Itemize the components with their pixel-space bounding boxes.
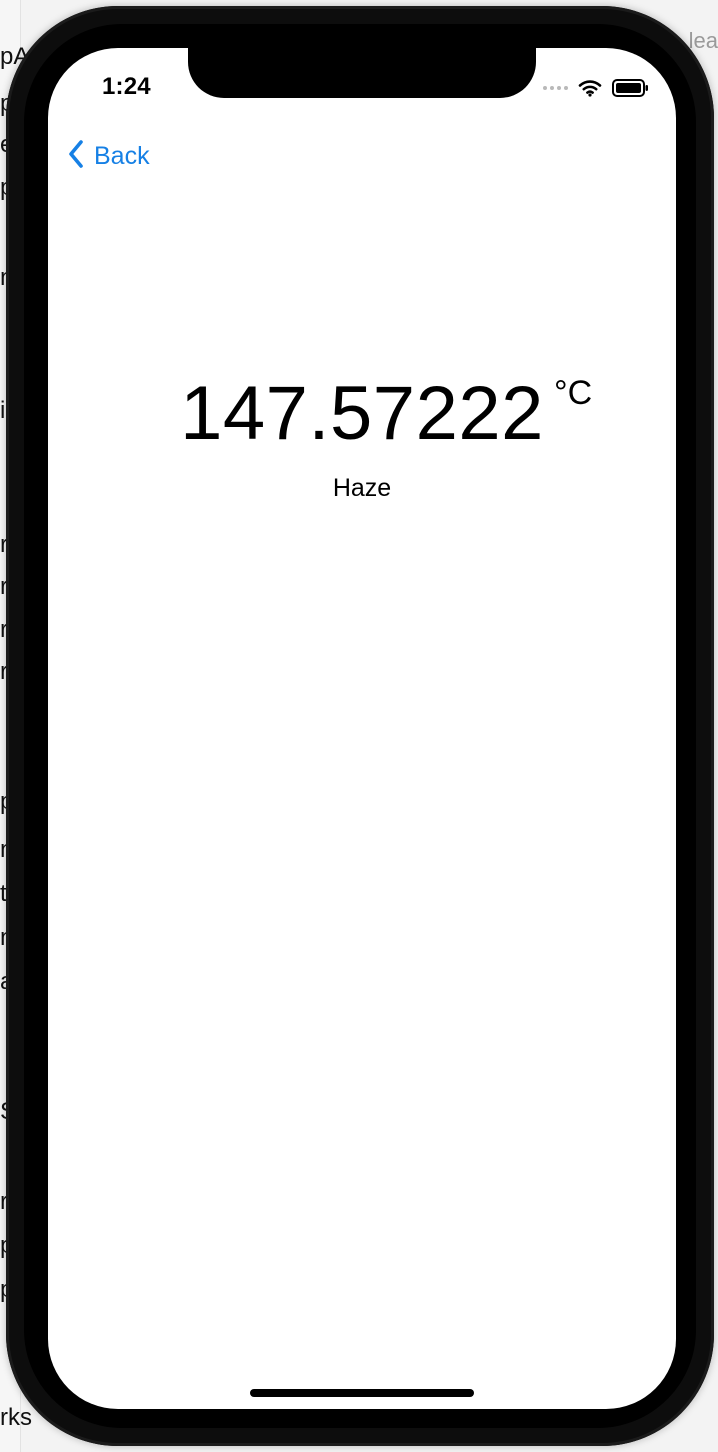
- temperature-value: 147.57222: [180, 371, 544, 456]
- device-notch: [188, 48, 536, 98]
- status-icons: [543, 77, 650, 99]
- temperature-unit: °C: [554, 374, 593, 412]
- background-text-fragment: i: [0, 397, 6, 424]
- chevron-left-icon: [66, 139, 86, 174]
- background-top-right-text: lea: [688, 28, 718, 53]
- app-screen: 1:24 Back 147.57222 °C Haze: [48, 48, 676, 1409]
- back-button-label: Back: [94, 141, 150, 170]
- wifi-icon: [578, 79, 602, 97]
- signal-dots-icon: [543, 86, 568, 90]
- home-indicator[interactable]: [250, 1389, 474, 1397]
- background-bottom-left-text: rks: [0, 1404, 32, 1431]
- status-time: 1:24: [102, 73, 151, 100]
- weather-condition: Haze: [332, 474, 392, 502]
- battery-icon: [612, 78, 650, 98]
- back-button[interactable]: Back: [66, 136, 150, 176]
